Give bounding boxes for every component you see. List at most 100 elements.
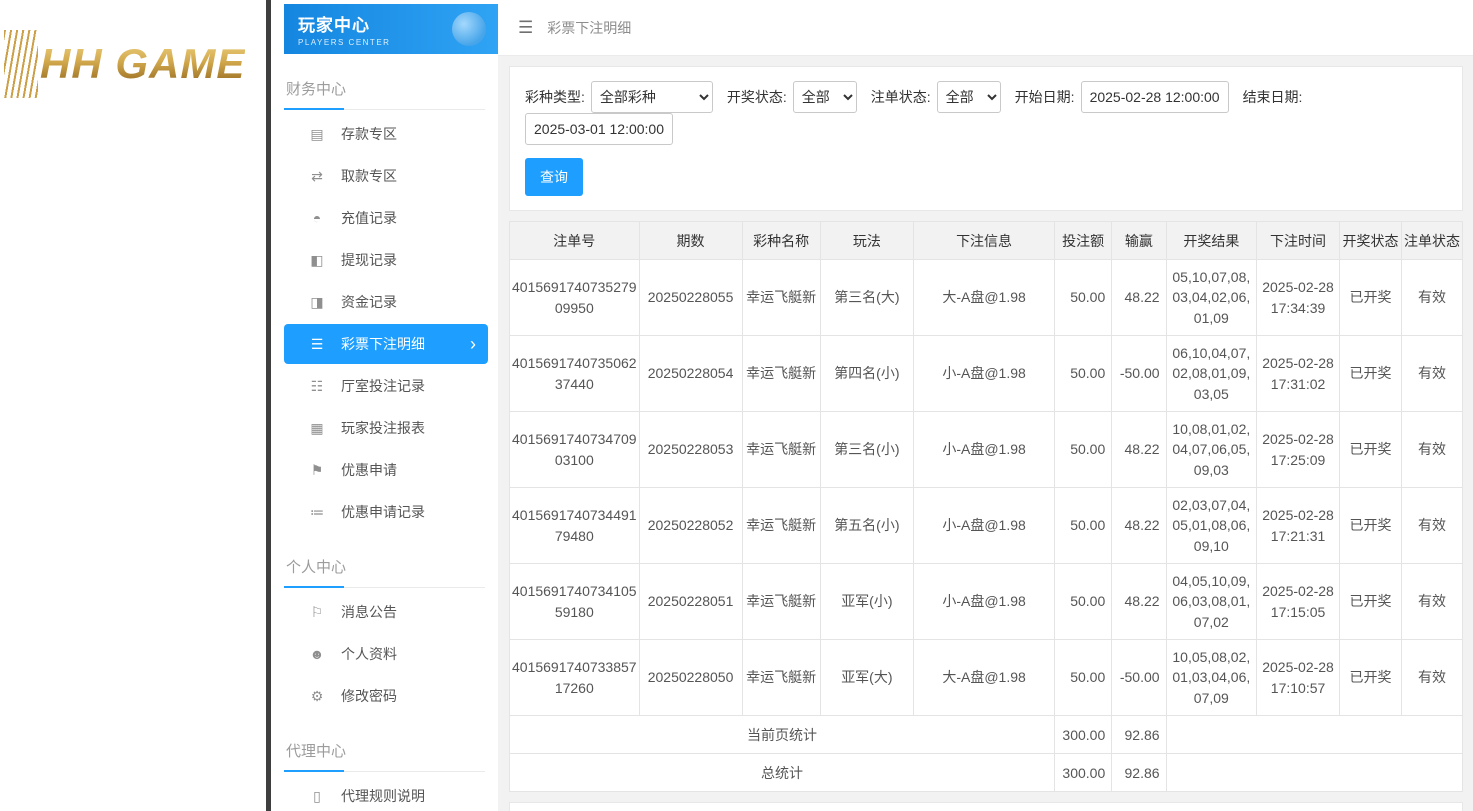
grand-summary-winloss-total: 92.86	[1111, 753, 1167, 792]
page-summary-empty	[1165, 715, 1464, 754]
cell-bet_time: 2025-02-28 17:34:39	[1256, 259, 1340, 336]
bet-table-panel: 注单号 期数 彩种名称 玩法 下注信息 投注额 输赢 开奖结果 下注时间 开奖状态 注单状态 401…	[508, 221, 1464, 792]
sidebar: 玩家中心 PLAYERS CENTER 财务中心 ▤ 存款专区 ⇄ 取款专区 ◓ 充值记录 ◧…	[271, 0, 498, 811]
user-icon: ☻	[309, 646, 325, 662]
deposit-icon: ▤	[310, 125, 324, 142]
cell-play: 第三名(大)	[819, 259, 915, 336]
cell-bet_info: 小-A盘@1.98	[913, 335, 1056, 412]
sidebar-item-label: 彩票下注明细	[341, 336, 425, 352]
promo-apply-icon: ⚑	[310, 461, 324, 478]
cell-order_no: 401569174073470903100	[509, 411, 640, 488]
cell-period: 20250228055	[638, 259, 743, 336]
cell-order_status: 有效	[1400, 411, 1464, 488]
table-row: 401569174073385717260 20250228050 幸运飞艇新 亚军(…	[509, 639, 1464, 716]
table-row: 401569174073410559180 20250228051 幸运飞艇新 亚军(…	[509, 563, 1464, 640]
cell-bet_info: 小-A盘@1.98	[913, 563, 1056, 640]
main-area: ☰ 彩票下注明细 彩种类型: 全部彩种 开奖状态: 全部 注单状态: 全部 开始…	[498, 0, 1473, 811]
page-summary-winloss-total: 92.86	[1111, 715, 1167, 754]
page-title: 彩票下注明细	[547, 19, 632, 36]
cell-win_loss: 48.22	[1111, 259, 1167, 336]
cell-order_status: 有效	[1400, 487, 1464, 564]
game-ball-icon	[452, 12, 486, 46]
column-header: 玩法	[819, 221, 915, 260]
menu-toggle-icon[interactable]: ☰	[518, 18, 533, 38]
page-summary-bet-total: 300.00	[1054, 715, 1113, 754]
column-header: 期数	[638, 221, 743, 260]
app-root: HH GAME 玩家中心 PLAYERS CENTER 财务中心 ▤ 存款专区 ⇄ 取款…	[0, 0, 1473, 811]
draw-status-select[interactable]: 全部	[792, 81, 857, 113]
sidebar-item-withdraw-zone[interactable]: ⇄ 取款专区	[284, 156, 488, 196]
sidebar-item-agent-rules[interactable]: ▯ 代理规则说明	[284, 776, 488, 811]
sidebar-item-label: 个人资料	[341, 646, 397, 662]
cell-win_loss: -50.00	[1111, 639, 1167, 716]
cell-result: 10,08,01,02,04,07,06,05,09,03	[1165, 411, 1258, 488]
cell-amount: 50.00	[1054, 563, 1113, 640]
brand-logo: HH GAME	[0, 0, 266, 98]
sidebar-item-label: 玩家投注报表	[341, 420, 425, 436]
column-header: 注单号	[509, 221, 640, 260]
cell-bet_info: 小-A盘@1.98	[913, 411, 1056, 488]
sidebar-section-title: 个人中心	[284, 548, 485, 588]
cell-win_loss: 48.22	[1111, 411, 1167, 488]
sidebar-item-promo-apply-record[interactable]: ≔ 优惠申请记录	[284, 492, 488, 532]
search-button[interactable]: 查询	[525, 158, 583, 196]
cell-play: 第五名(小)	[819, 487, 915, 564]
cell-amount: 50.00	[1054, 487, 1113, 564]
order-status-select[interactable]: 全部	[936, 81, 1001, 113]
cell-result: 05,10,07,08,03,04,02,06,01,09	[1165, 259, 1258, 336]
sidebar-item-deposit-zone[interactable]: ▤ 存款专区	[284, 114, 488, 154]
funds-record-icon: ◨	[310, 293, 324, 310]
chevron-right-icon: ›	[470, 334, 476, 354]
draw-status-label: 开奖状态:	[726, 89, 787, 105]
cell-draw_status: 已开奖	[1339, 639, 1402, 716]
sidebar-item-recharge-record[interactable]: ◓ 充值记录	[284, 198, 488, 238]
cell-lottery: 幸运飞艇新	[741, 411, 821, 488]
start-date-label: 开始日期:	[1014, 89, 1075, 105]
table-row: 401569174073506237440 20250228054 幸运飞艇新 第四名…	[509, 335, 1464, 412]
cell-order_no: 401569174073410559180	[509, 563, 640, 640]
sidebar-item-announcements[interactable]: ⚐ 消息公告	[284, 592, 488, 632]
players-center-header: 玩家中心 PLAYERS CENTER	[284, 4, 498, 54]
cell-bet_info: 小-A盘@1.98	[913, 487, 1056, 564]
cell-bet_info: 大-A盘@1.98	[913, 259, 1056, 336]
cell-win_loss: -50.00	[1111, 335, 1167, 412]
sidebar-item-label: 充值记录	[341, 210, 397, 226]
cell-order_no: 401569174073506237440	[509, 335, 640, 412]
sidebar-item-promo-apply[interactable]: ⚑ 优惠申请	[284, 450, 488, 490]
cell-win_loss: 48.22	[1111, 487, 1167, 564]
cell-result: 06,10,04,07,02,08,01,09,03,05	[1165, 335, 1258, 412]
brand-logo-text: HH GAME	[40, 40, 246, 87]
sidebar-item-hall-bet-record[interactable]: ☷ 厅室投注记录	[284, 366, 488, 406]
column-header: 彩种名称	[741, 221, 821, 260]
end-date-input[interactable]	[525, 113, 673, 145]
sidebar-item-withdrawal-record[interactable]: ◧ 提现记录	[284, 240, 488, 280]
cell-amount: 50.00	[1054, 639, 1113, 716]
order-status-label: 注单状态:	[870, 89, 931, 105]
start-date-input[interactable]	[1080, 81, 1229, 113]
topbar: ☰ 彩票下注明细	[498, 0, 1473, 56]
lottery-bet-detail-icon: ☰	[310, 335, 324, 352]
cell-draw_status: 已开奖	[1339, 411, 1402, 488]
cell-period: 20250228053	[638, 411, 743, 488]
sidebar-item-player-bet-report[interactable]: ▦ 玩家投注报表	[284, 408, 488, 448]
sidebar-item-label: 优惠申请	[341, 462, 397, 478]
cell-bet_time: 2025-02-28 17:15:05	[1256, 563, 1340, 640]
content: 彩种类型: 全部彩种 开奖状态: 全部 注单状态: 全部 开始日期: 结束日期:	[498, 56, 1473, 811]
logo-area: HH GAME	[0, 0, 266, 811]
cell-result: 02,03,07,04,05,01,08,06,09,10	[1165, 487, 1258, 564]
cell-order_no: 401569174073385717260	[509, 639, 640, 716]
filter-panel: 彩种类型: 全部彩种 开奖状态: 全部 注单状态: 全部 开始日期: 结束日期:	[509, 66, 1463, 211]
cell-period: 20250228052	[638, 487, 743, 564]
sidebar-item-lottery-bet-detail[interactable]: ☰ 彩票下注明细 ›	[284, 324, 488, 364]
sidebar-item-change-password[interactable]: ⚙ 修改密码	[284, 676, 488, 716]
lottery-type-select[interactable]: 全部彩种	[590, 81, 713, 113]
sidebar-item-profile[interactable]: ☻ 个人资料	[284, 634, 488, 674]
grand-summary-row: 总统计 300.00 92.86	[508, 753, 1464, 792]
cell-bet_time: 2025-02-28 17:10:57	[1256, 639, 1340, 716]
cell-result: 10,05,08,02,01,03,04,06,07,09	[1165, 639, 1258, 716]
cell-order_no: 401569174073449179480	[509, 487, 640, 564]
sidebar-item-funds-record[interactable]: ◨ 资金记录	[284, 282, 488, 322]
cell-draw_status: 已开奖	[1339, 563, 1402, 640]
cell-lottery: 幸运飞艇新	[741, 335, 821, 412]
cell-amount: 50.00	[1054, 411, 1113, 488]
